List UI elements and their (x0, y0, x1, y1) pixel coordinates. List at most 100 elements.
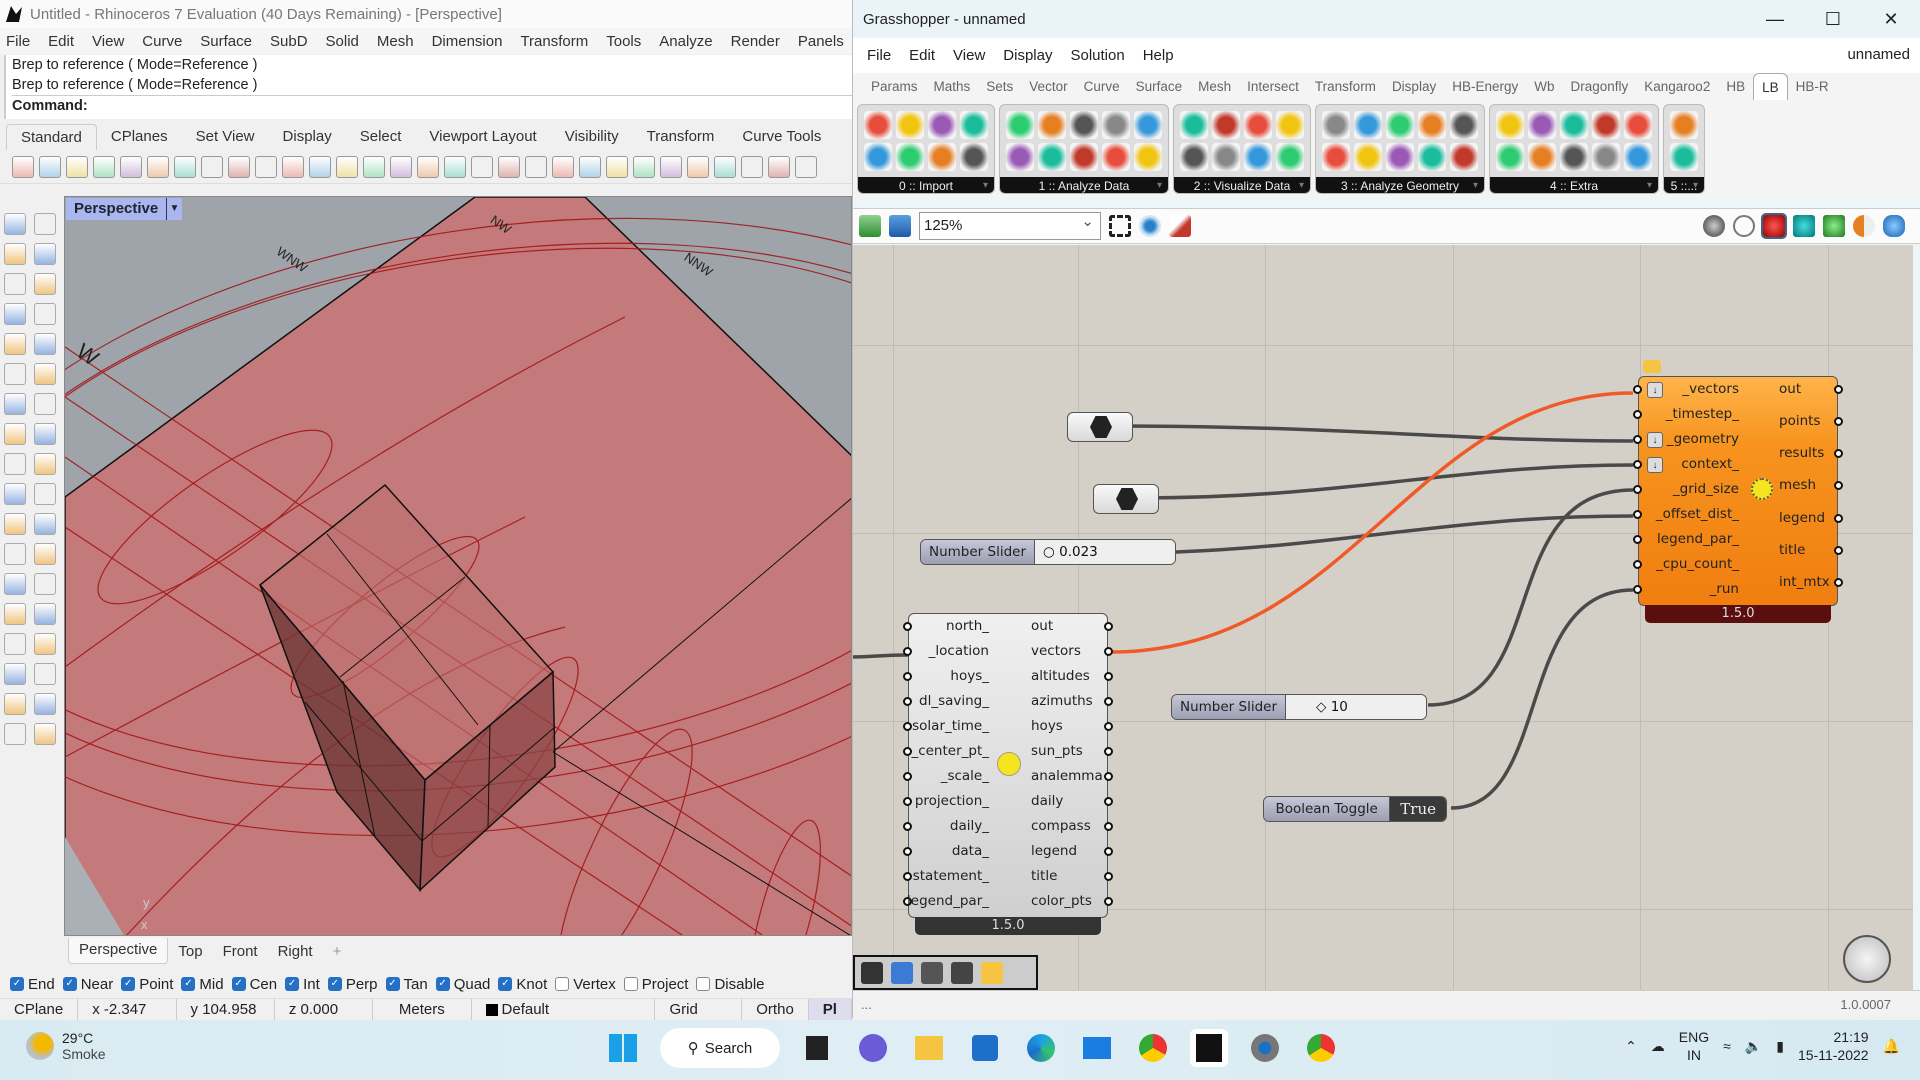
slider-value[interactable]: ◇ 10 (1286, 695, 1426, 719)
align-icon[interactable] (34, 663, 56, 685)
input-port[interactable] (1633, 560, 1642, 569)
output-port[interactable] (1834, 577, 1843, 587)
dmh-icon[interactable] (1134, 143, 1162, 171)
checkbox[interactable]: ✓ (231, 977, 246, 991)
checkbox[interactable]: ✓ (181, 977, 196, 991)
sunburst-icon[interactable] (1386, 143, 1414, 171)
ribbon-group-label[interactable]: 0 :: Import (858, 177, 994, 193)
comment-balloon-icon[interactable] (1643, 360, 1661, 373)
input-port[interactable] (1633, 485, 1642, 494)
undo-view-icon[interactable] (417, 155, 439, 178)
input-port[interactable] (903, 697, 912, 706)
gh-tab-kangaroo2[interactable]: Kangaroo2 (1636, 73, 1718, 100)
grasshopper-canvas[interactable]: Number Slider ○ 0.023 Number Slider ◇ 10… (853, 245, 1913, 990)
viewport-tab-perspective[interactable]: Perspective (68, 938, 169, 964)
compass-rings-icon[interactable] (1276, 143, 1304, 171)
chrome-profile-icon[interactable] (1302, 1029, 1340, 1067)
flatten-arrow-icon[interactable]: ↓ (1647, 457, 1663, 473)
radiation-icon[interactable] (1418, 111, 1446, 139)
select-icon[interactable] (4, 213, 26, 235)
menu-dimension[interactable]: Dimension (432, 33, 503, 50)
boolean-toggle[interactable]: Boolean Toggle True (1263, 796, 1447, 822)
light-icon[interactable] (579, 155, 601, 178)
osnap-int[interactable]: ✓ Int (285, 976, 320, 993)
planar-toggle[interactable]: Pl (808, 998, 852, 1021)
boolean-icon[interactable] (4, 513, 26, 535)
checkbox[interactable]: ✓ (327, 977, 342, 991)
gh-tab-params[interactable]: Params (863, 73, 926, 100)
view-percent-icon[interactable] (1418, 143, 1446, 171)
puzzle-icon[interactable] (4, 453, 26, 475)
render-cone-icon[interactable] (768, 155, 790, 178)
sunpath-chart-icon[interactable] (1212, 143, 1240, 171)
menu-tools[interactable]: Tools (606, 33, 641, 50)
tab-standard[interactable]: Standard (6, 124, 97, 150)
arrow-cross-icon[interactable] (1276, 111, 1304, 139)
wifi-icon[interactable]: ≈ (1723, 1038, 1731, 1054)
gh-menu-file[interactable]: File (867, 47, 891, 64)
search-box[interactable]: ⚲ Search (660, 1028, 780, 1068)
ladybug-direct-sun-hours-component[interactable]: _vectors _timestep_ _geometry context_ _grid… (1633, 376, 1843, 606)
group-icon[interactable] (34, 513, 56, 535)
input-port[interactable] (903, 772, 912, 781)
zoom-window-icon[interactable] (336, 155, 358, 178)
output-port[interactable] (1104, 672, 1113, 681)
lock-icon[interactable] (606, 155, 628, 178)
green-shaded-icon[interactable] (1823, 215, 1845, 237)
gh-menu-solution[interactable]: Solution (1070, 47, 1124, 64)
search-epw-icon[interactable] (864, 143, 892, 171)
menu-transform[interactable]: Transform (520, 33, 588, 50)
osnap-tan[interactable]: ✓ Tan (385, 976, 428, 993)
gh-menu-view[interactable]: View (953, 47, 985, 64)
clock[interactable]: 21:19 15-11-2022 (1798, 1028, 1869, 1064)
b8-a2-icon[interactable] (1038, 143, 1066, 171)
sphere-shaded-icon[interactable] (687, 155, 709, 178)
add-viewport-icon[interactable]: + (323, 943, 352, 960)
input-port[interactable] (1633, 535, 1642, 544)
ellipse-icon[interactable] (34, 273, 56, 295)
checkbox[interactable] (555, 977, 570, 991)
input-port[interactable] (903, 622, 912, 631)
box-icon[interactable] (4, 393, 26, 415)
grid-snap-toggle[interactable]: Grid Snap (655, 998, 743, 1040)
zoom-extents-icon[interactable] (1109, 215, 1131, 237)
minimize-button[interactable]: — (1746, 0, 1804, 38)
dy-icon[interactable] (1070, 143, 1098, 171)
layer-icon[interactable] (633, 155, 655, 178)
import-stat-icon[interactable] (960, 143, 988, 171)
osnap-point[interactable]: ✓ Point (121, 976, 173, 993)
pan-icon[interactable] (255, 155, 277, 178)
gh-menu-edit[interactable]: Edit (909, 47, 935, 64)
boolean-union-icon[interactable] (34, 393, 56, 415)
gh-tab-curve[interactable]: Curve (1076, 73, 1128, 100)
ribbon-group-label[interactable]: 4 :: Extra (1490, 177, 1658, 193)
sun-orange-icon[interactable] (1322, 143, 1350, 171)
array-icon[interactable] (4, 603, 26, 625)
battery-icon[interactable]: ▮ (1776, 1038, 1784, 1055)
tab-transform[interactable]: Transform (633, 124, 729, 150)
import-icon[interactable] (120, 155, 142, 178)
menu-surface[interactable]: Surface (200, 33, 252, 50)
units-label[interactable]: Meters (373, 998, 472, 1021)
gh-tab-surface[interactable]: Surface (1128, 73, 1191, 100)
camera-icon[interactable] (1592, 143, 1620, 171)
checkbox[interactable]: ✓ (121, 977, 136, 991)
brep-param-geometry[interactable] (1067, 412, 1133, 442)
output-port[interactable] (1104, 872, 1113, 881)
osnap-vertex[interactable]: Vertex (555, 976, 616, 993)
gh-tab-maths[interactable]: Maths (926, 73, 979, 100)
new-icon[interactable] (12, 155, 34, 178)
viewport-menu-dropdown-icon[interactable]: ▼ (166, 198, 182, 220)
gh-tab-mesh[interactable]: Mesh (1190, 73, 1239, 100)
checkbox[interactable] (696, 977, 711, 991)
cut-icon[interactable] (147, 155, 169, 178)
layer-indicator[interactable]: Default (472, 998, 656, 1021)
rhino-icon[interactable] (1190, 1029, 1228, 1067)
gh-tab-dragonfly[interactable]: Dragonfly (1562, 73, 1636, 100)
gradient-icon[interactable] (1496, 111, 1524, 139)
render-solid-icon[interactable] (4, 723, 26, 745)
edge-icon[interactable] (1022, 1029, 1060, 1067)
volume-icon[interactable]: 🔈 (1745, 1038, 1762, 1055)
input-port[interactable] (903, 847, 912, 856)
four-viewports-icon[interactable] (444, 155, 466, 178)
